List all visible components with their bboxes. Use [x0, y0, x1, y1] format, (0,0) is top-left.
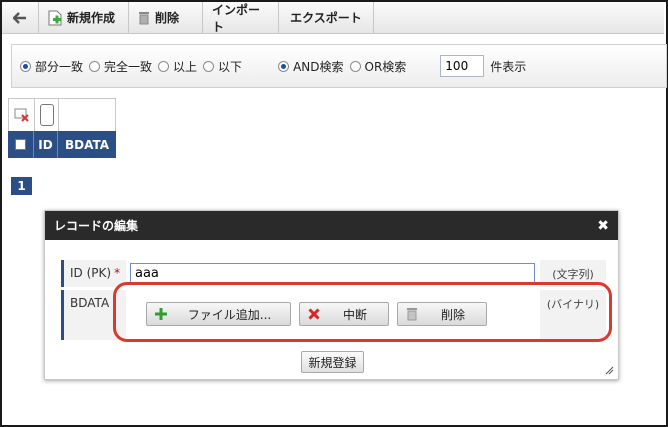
delete-button[interactable]: 削除	[129, 2, 203, 33]
close-icon[interactable]: ✖	[597, 218, 609, 234]
radio-button[interactable]	[349, 60, 361, 72]
field-type-bdata: (バイナリ)	[540, 290, 606, 340]
file-buttons: ファイル追加... 中断 削除	[130, 302, 487, 326]
export-button[interactable]: エクスポート	[279, 2, 374, 33]
field-value-cell: ファイル追加... 中断 削除	[126, 290, 540, 340]
records-grid: ID BDATA	[8, 98, 116, 158]
register-button[interactable]: 新規登録	[301, 351, 364, 373]
new-document-icon	[48, 10, 62, 25]
field-label-id: ID (PK)	[70, 266, 112, 280]
field-type-id: (文字列)	[540, 260, 606, 287]
new-button[interactable]: 新規作成	[39, 2, 129, 33]
delete-file-button[interactable]: 削除	[397, 302, 487, 326]
radio-button[interactable]	[203, 60, 215, 72]
grid-toolbar-row	[8, 98, 116, 131]
dialog-title: レコードの編集	[54, 219, 139, 233]
grid-header-row: ID BDATA	[8, 131, 116, 158]
toggle-checkbox[interactable]	[39, 104, 54, 126]
import-button[interactable]: インポート	[203, 2, 279, 34]
field-value-cell	[126, 260, 540, 287]
radio-label: 以下	[218, 59, 243, 74]
radio-partial-match[interactable]: 部分一致	[20, 58, 83, 75]
field-label-cell: ID (PK) *	[61, 260, 126, 287]
red-x-icon	[308, 308, 320, 320]
new-button-label: 新規作成	[67, 11, 116, 25]
page-number-button[interactable]: 1	[11, 177, 32, 195]
radio-less-equal[interactable]: 以下	[203, 58, 242, 75]
delete-button-label: 削除	[155, 11, 180, 25]
display-count-suffix: 件表示	[490, 59, 527, 74]
trash-icon	[407, 308, 417, 321]
import-button-label: インポート	[212, 2, 261, 34]
trash-icon	[139, 11, 149, 24]
cancel-upload-button[interactable]: 中断	[299, 302, 389, 326]
radio-label: AND検索	[293, 59, 344, 74]
id-input[interactable]	[130, 263, 535, 284]
select-all-cell[interactable]	[8, 131, 34, 158]
back-button[interactable]	[2, 2, 39, 33]
column-header-bdata[interactable]: BDATA	[58, 131, 116, 158]
search-options-bar: 部分一致 完全一致 以上 以下 AND検索 OR検索 件表示	[11, 44, 667, 88]
field-label-cell: BDATA	[61, 290, 126, 340]
toggle-all-cell[interactable]	[35, 99, 59, 131]
edit-record-dialog: レコードの編集 ✖ ID (PK) * (文字列) BDATA ファイル追加..…	[44, 210, 619, 380]
field-label-bdata: BDATA	[70, 296, 110, 310]
grid-toolbar-empty	[59, 99, 115, 131]
radio-button[interactable]	[278, 60, 290, 72]
dialog-title-bar: レコードの編集 ✖	[45, 211, 618, 240]
radio-exact-match[interactable]: 完全一致	[89, 58, 152, 75]
export-button-label: エクスポート	[290, 11, 362, 25]
delete-selected-button[interactable]	[9, 99, 35, 131]
radio-label: OR検索	[364, 59, 407, 74]
radio-button[interactable]	[89, 60, 101, 72]
radio-button[interactable]	[158, 60, 170, 72]
radio-label: 完全一致	[104, 59, 153, 74]
required-mark: *	[114, 266, 121, 280]
radio-or-search[interactable]: OR検索	[349, 58, 407, 75]
radio-button[interactable]	[20, 60, 31, 72]
delete-file-label: 削除	[440, 307, 465, 322]
select-all-checkbox[interactable]	[15, 139, 26, 150]
field-row-bdata: BDATA ファイル追加... 中断 削除 (バイナリ)	[61, 290, 606, 340]
radio-greater-equal[interactable]: 以上	[158, 58, 197, 75]
field-row-id: ID (PK) * (文字列)	[61, 260, 606, 287]
back-arrow-icon	[13, 11, 26, 24]
add-file-button[interactable]: ファイル追加...	[146, 302, 291, 326]
delete-rows-icon	[14, 108, 29, 122]
add-file-label: ファイル追加...	[187, 307, 272, 322]
radio-label: 以上	[173, 59, 198, 74]
radio-and-search[interactable]: AND検索	[278, 58, 344, 75]
cancel-upload-label: 中断	[342, 307, 367, 322]
plus-icon	[155, 308, 167, 320]
radio-label: 部分一致	[35, 59, 84, 74]
column-header-id[interactable]: ID	[34, 131, 58, 158]
resize-handle-icon[interactable]	[604, 365, 614, 375]
display-count-input[interactable]	[440, 55, 485, 77]
toolbar: 新規作成 削除 インポート エクスポート	[2, 2, 664, 34]
